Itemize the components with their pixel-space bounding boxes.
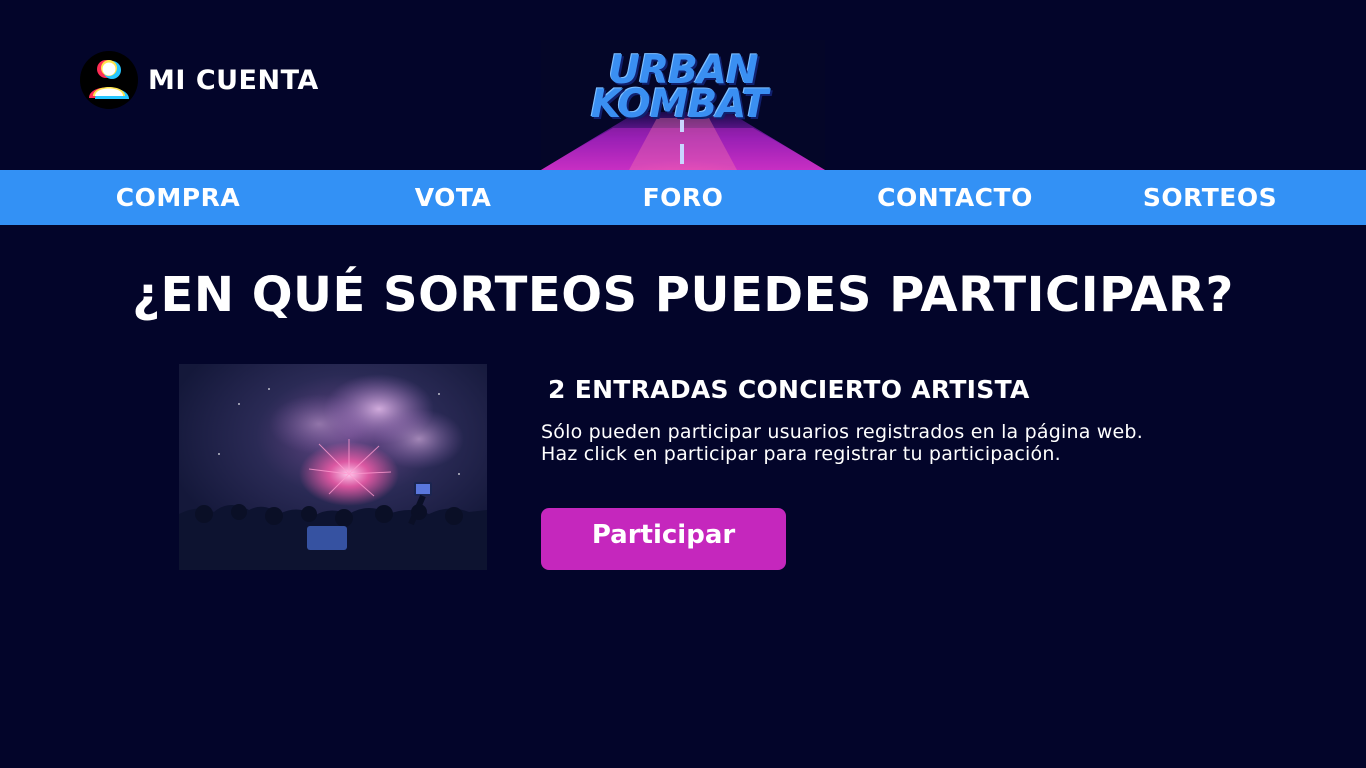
urban-kombat-logo[interactable]: URBAN KOMBAT: [541, 40, 825, 170]
nav-item-compra[interactable]: COMPRA: [116, 170, 240, 225]
my-account-link[interactable]: MI CUENTA: [80, 50, 319, 110]
nav-item-contacto[interactable]: CONTACTO: [877, 170, 1033, 225]
nav-item-sorteos[interactable]: SORTEOS: [1143, 170, 1277, 225]
concert-fireworks-image: [179, 364, 487, 570]
nav-item-foro[interactable]: FORO: [643, 170, 724, 225]
prize-title: 2 ENTRADAS CONCIERTO ARTISTA: [548, 375, 1030, 404]
prize-description: Sólo pueden participar usuarios registra…: [541, 421, 1143, 465]
page-title: ¿EN QUÉ SORTEOS PUEDES PARTICIPAR?: [132, 267, 1234, 323]
user-avatar-icon: [80, 51, 138, 109]
my-account-label: MI CUENTA: [148, 64, 319, 96]
participate-button[interactable]: Participar: [541, 508, 786, 570]
nav-item-vota[interactable]: VOTA: [415, 170, 492, 225]
main-nav: COMPRA VOTA FORO CONTACTO SORTEOS: [0, 170, 1366, 225]
logo-text-line2: KOMBAT: [590, 82, 768, 127]
